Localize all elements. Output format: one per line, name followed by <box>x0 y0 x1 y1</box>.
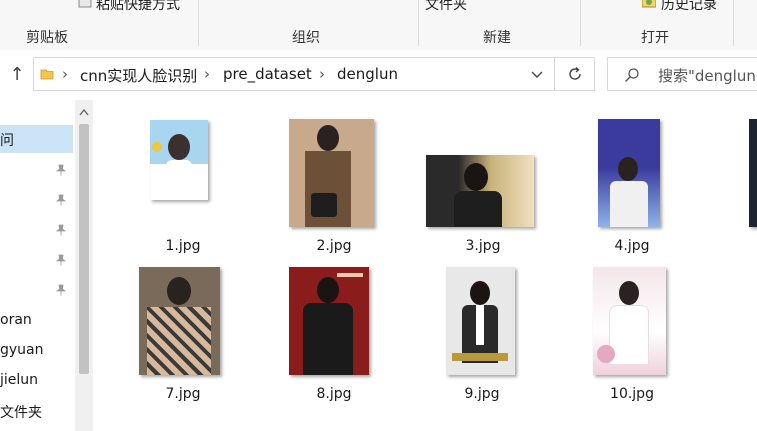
file-tile[interactable]: 8.jpg <box>286 266 382 406</box>
file-name: 10.jpg <box>610 386 654 402</box>
file-name: 8.jpg <box>316 386 352 402</box>
image-thumbnail <box>749 119 757 227</box>
pin-icon[interactable] <box>55 194 67 206</box>
nav-item-oran[interactable]: oran <box>0 312 32 328</box>
ribbon-divider <box>580 0 581 46</box>
address-bar[interactable]: › cnn实现人脸识别 › pre_dataset › denglun <box>33 57 555 91</box>
file-tile[interactable]: 3.jpg <box>423 118 534 258</box>
ribbon: 粘贴快捷方式 文件夹 历史记录 剪贴板 组织 新建 打开 <box>0 0 757 51</box>
file-tile[interactable] <box>747 118 757 258</box>
ribbon-divider <box>418 0 419 46</box>
image-thumbnail <box>289 267 369 375</box>
breadcrumb-chevron-icon: › <box>62 65 68 83</box>
breadcrumb-denglun[interactable]: denglun <box>337 65 398 83</box>
nav-item-folder[interactable]: 文件夹 <box>0 402 42 422</box>
breadcrumb-pre-dataset[interactable]: pre_dataset <box>223 65 312 83</box>
file-tile[interactable]: 1.jpg <box>135 118 231 258</box>
image-thumbnail <box>446 267 515 375</box>
history-icon <box>642 0 656 8</box>
image-thumbnail <box>139 267 220 375</box>
image-thumbnail <box>150 120 208 200</box>
pin-icon[interactable] <box>55 254 67 266</box>
scroll-up-icon[interactable] <box>79 108 89 116</box>
folder-icon <box>40 69 54 80</box>
file-tile[interactable]: 10.jpg <box>584 266 680 406</box>
refresh-icon <box>569 66 581 80</box>
breadcrumb-cnn[interactable]: cnn实现人脸识别 <box>80 65 197 86</box>
search-placeholder: 搜索"denglun <box>658 67 756 85</box>
up-arrow-icon[interactable]: ↑ <box>8 64 26 86</box>
paste-shortcut-button[interactable]: 粘贴快捷方式 <box>96 0 180 14</box>
chevron-down-icon[interactable] <box>530 67 544 81</box>
file-name: 1.jpg <box>165 238 201 254</box>
new-folder-button[interactable]: 文件夹 <box>425 0 467 14</box>
search-icon <box>625 68 639 82</box>
pin-icon[interactable] <box>55 164 67 176</box>
paste-shortcut-icon <box>78 0 92 8</box>
history-button[interactable]: 历史记录 <box>661 0 717 14</box>
nav-item-quick-access[interactable]: 问 <box>0 130 14 150</box>
file-name: 9.jpg <box>464 386 500 402</box>
navigation-pane: 问 oran gyuan jielun 文件夹 <box>0 100 75 431</box>
image-thumbnail <box>593 267 666 375</box>
ribbon-divider <box>198 0 199 46</box>
nav-item-gyuan[interactable]: gyuan <box>0 342 44 358</box>
file-name: 4.jpg <box>614 238 650 254</box>
file-name: 7.jpg <box>165 386 201 402</box>
nav-item-jielun[interactable]: jielun <box>0 372 38 388</box>
open-group-label: 打开 <box>641 30 669 46</box>
pin-icon[interactable] <box>55 224 67 236</box>
image-thumbnail <box>289 119 374 227</box>
image-thumbnail <box>598 119 660 227</box>
image-thumbnail <box>426 155 534 227</box>
file-tile[interactable]: 4.jpg <box>584 118 680 258</box>
breadcrumb-chevron-icon: › <box>204 65 210 83</box>
file-tile[interactable]: 2.jpg <box>286 118 382 258</box>
file-tile[interactable]: 7.jpg <box>135 266 231 406</box>
file-tile[interactable]: 9.jpg <box>434 266 530 406</box>
file-name: 3.jpg <box>465 238 501 254</box>
refresh-button[interactable] <box>555 57 595 91</box>
ribbon-divider <box>733 0 734 46</box>
new-group-label: 新建 <box>483 30 511 46</box>
organize-group-label: 组织 <box>292 30 320 46</box>
search-box[interactable]: 搜索"denglun <box>607 57 757 91</box>
pin-icon[interactable] <box>55 284 67 296</box>
breadcrumb-chevron-icon: › <box>319 65 325 83</box>
scrollbar-thumb[interactable] <box>79 124 89 374</box>
nav-scrollbar[interactable] <box>75 100 93 431</box>
clipboard-group-label: 剪贴板 <box>26 30 68 46</box>
file-name: 2.jpg <box>316 238 352 254</box>
